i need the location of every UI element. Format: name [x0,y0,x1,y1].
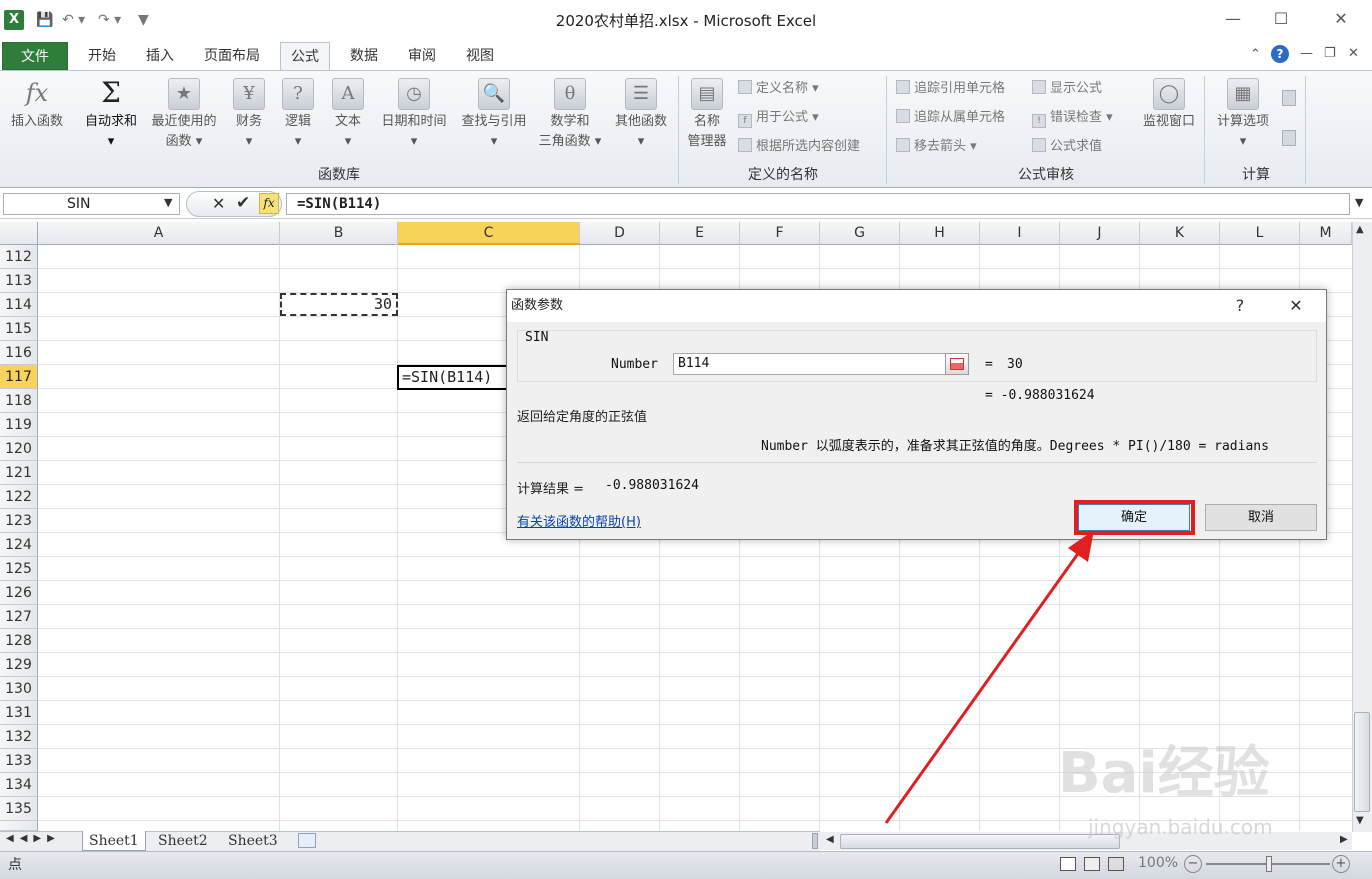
watermark-logo: Bai经验 [1058,741,1270,806]
annotation-arrow-head [1068,530,1094,562]
watermark-url: jingyan.baidu.com [1088,815,1273,839]
annotation-arrow-line [884,547,1084,824]
